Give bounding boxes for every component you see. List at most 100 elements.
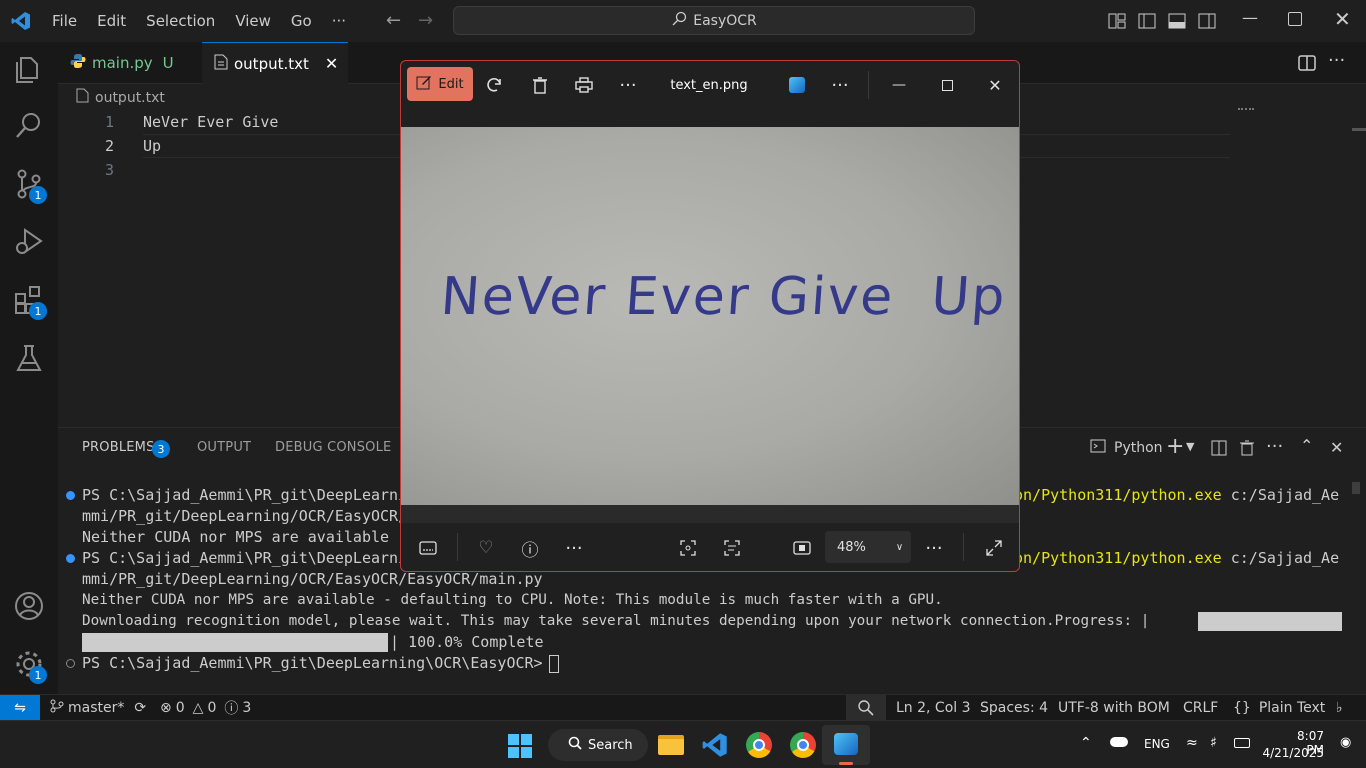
- delete-icon[interactable]: [528, 73, 552, 97]
- menu-file[interactable]: File: [42, 0, 87, 42]
- taskbar-search-button[interactable]: Search: [548, 729, 648, 761]
- minimize-window-button[interactable]: —: [1242, 8, 1262, 32]
- search-icon[interactable]: [13, 110, 45, 142]
- sync-icon[interactable]: ⟳: [134, 700, 146, 716]
- photos-app-icon[interactable]: [822, 725, 870, 765]
- maximize-panel-icon[interactable]: ⌃: [1300, 436, 1313, 455]
- chevron-down-icon[interactable]: ▼: [1186, 440, 1194, 453]
- minimap[interactable]: [1238, 108, 1254, 112]
- filmstrip-icon[interactable]: [417, 537, 439, 559]
- code-line[interactable]: NeVer Ever Give: [143, 113, 278, 131]
- extensions-icon[interactable]: 1: [13, 284, 47, 320]
- split-terminal-icon[interactable]: [1211, 440, 1227, 460]
- text-scan-icon[interactable]: [721, 537, 743, 559]
- toggle-secondary-sidebar-icon[interactable]: [1198, 12, 1216, 34]
- close-tab-icon[interactable]: ✕: [325, 54, 338, 73]
- forward-arrow-icon[interactable]: →: [418, 10, 440, 32]
- fullscreen-icon[interactable]: [983, 537, 1005, 559]
- indentation[interactable]: Spaces: 4: [980, 695, 1048, 721]
- photos-ai-icon[interactable]: [785, 73, 809, 97]
- more-options-icon[interactable]: ···: [615, 73, 641, 97]
- line-ending[interactable]: CRLF: [1183, 695, 1218, 721]
- windows-start-icon[interactable]: [508, 734, 532, 758]
- terminal-scrollbar[interactable]: [1352, 482, 1360, 494]
- text-file-icon: [214, 54, 228, 74]
- explorer-icon[interactable]: [13, 52, 45, 84]
- close-window-button[interactable]: ✕: [1334, 7, 1351, 31]
- run-debug-icon[interactable]: [13, 226, 45, 258]
- code-line[interactable]: Up: [143, 137, 161, 155]
- line-number: 1: [104, 113, 114, 131]
- cursor-position[interactable]: Ln 2, Col 3: [896, 695, 971, 721]
- source-control-icon[interactable]: 1: [13, 168, 47, 204]
- clock-date[interactable]: 4/21/2025: [1262, 746, 1324, 760]
- git-branch[interactable]: master* ⟳: [50, 695, 146, 721]
- bottom-divider: [457, 533, 458, 561]
- terminal-name: Python: [1114, 440, 1163, 456]
- photo-canvas[interactable]: NeVer Ever Give Up: [401, 127, 1019, 505]
- command-success-dot[interactable]: [66, 491, 75, 500]
- notification-bell-icon[interactable]: ◉: [1340, 735, 1351, 750]
- title-more-icon[interactable]: ···: [827, 73, 853, 97]
- edit-image-button[interactable]: Edit: [407, 67, 473, 101]
- command-success-dot[interactable]: [66, 554, 75, 563]
- encoding[interactable]: UTF-8 with BOM: [1058, 695, 1170, 721]
- split-editor-icon[interactable]: [1298, 54, 1316, 76]
- print-icon[interactable]: [572, 73, 596, 97]
- tab-main-py[interactable]: main.py U: [58, 42, 201, 84]
- vscode-taskbar-icon[interactable]: [702, 732, 728, 762]
- tab-debug-console[interactable]: DEBUG CONSOLE: [275, 440, 391, 455]
- trash-icon[interactable]: [1240, 440, 1254, 460]
- tab-output[interactable]: OUTPUT: [197, 440, 251, 455]
- chrome-profile-icon[interactable]: [790, 732, 816, 758]
- menu-view[interactable]: View: [225, 0, 281, 42]
- toggle-panel-icon[interactable]: [1168, 12, 1186, 34]
- language-indicator[interactable]: ENG: [1144, 737, 1170, 751]
- volume-icon[interactable]: ♯: [1210, 735, 1217, 751]
- new-terminal-icon[interactable]: +: [1166, 434, 1184, 459]
- toggle-sidebar-icon[interactable]: [1138, 12, 1156, 34]
- zoom-icon[interactable]: [846, 695, 886, 721]
- rotate-icon[interactable]: [483, 73, 507, 97]
- testing-flask-icon[interactable]: [13, 342, 45, 374]
- actual-size-icon[interactable]: [791, 537, 813, 559]
- remote-indicator[interactable]: ⇋: [0, 695, 40, 721]
- photos-minimize-button[interactable]: —: [887, 73, 911, 97]
- photos-maximize-button[interactable]: [935, 73, 959, 97]
- customize-layout-icon[interactable]: [1108, 12, 1126, 34]
- notifications-bell-icon[interactable]: ♭: [1336, 695, 1343, 721]
- battery-icon[interactable]: [1234, 738, 1250, 748]
- zoom-level-dropdown[interactable]: 48% ∨: [825, 531, 911, 563]
- show-hidden-icons-chevron[interactable]: ⌃: [1080, 735, 1092, 751]
- photos-close-button[interactable]: ✕: [983, 73, 1007, 97]
- back-arrow-icon[interactable]: ←: [386, 10, 408, 32]
- editor-scrollbar[interactable]: [1352, 128, 1366, 131]
- tab-problems[interactable]: PROBLEMS: [82, 440, 155, 455]
- breadcrumb[interactable]: output.txt: [76, 88, 165, 107]
- close-panel-icon[interactable]: ✕: [1330, 438, 1343, 457]
- settings-gear-icon[interactable]: 1: [13, 648, 47, 684]
- menu-edit[interactable]: Edit: [87, 0, 136, 42]
- menu-go[interactable]: Go: [281, 0, 322, 42]
- menu-selection[interactable]: Selection: [136, 0, 225, 42]
- onedrive-cloud-icon[interactable]: [1110, 737, 1128, 747]
- bottom-more-icon[interactable]: ···: [561, 537, 587, 559]
- chrome-icon[interactable]: [746, 732, 772, 758]
- panel-more-icon[interactable]: ···: [1266, 436, 1283, 457]
- editor-more-actions-icon[interactable]: ···: [1328, 50, 1345, 71]
- terminal-prompt[interactable]: PS C:\Sajjad_Aemmi\PR_git\DeepLearning\O…: [82, 653, 552, 674]
- restore-window-button[interactable]: [1288, 12, 1302, 26]
- problems-status[interactable]: ⊗ 0 △ 0 ⓘ 3: [160, 695, 251, 721]
- menu-more[interactable]: ···: [322, 0, 356, 42]
- accounts-icon[interactable]: [13, 590, 45, 622]
- file-info-icon[interactable]: ⓘ: [519, 537, 541, 561]
- scan-icon[interactable]: [677, 537, 699, 559]
- file-explorer-icon[interactable]: [658, 735, 684, 755]
- command-center-search[interactable]: EasyOCR: [453, 6, 975, 35]
- favorite-heart-icon[interactable]: ♡: [475, 537, 497, 559]
- terminal-selector[interactable]: Python: [1090, 438, 1163, 458]
- zoom-more-icon[interactable]: ···: [921, 537, 947, 559]
- language-mode[interactable]: {} Plain Text: [1233, 695, 1325, 721]
- tab-output-txt[interactable]: output.txt ✕: [202, 42, 348, 84]
- wifi-icon[interactable]: ≈: [1186, 735, 1198, 751]
